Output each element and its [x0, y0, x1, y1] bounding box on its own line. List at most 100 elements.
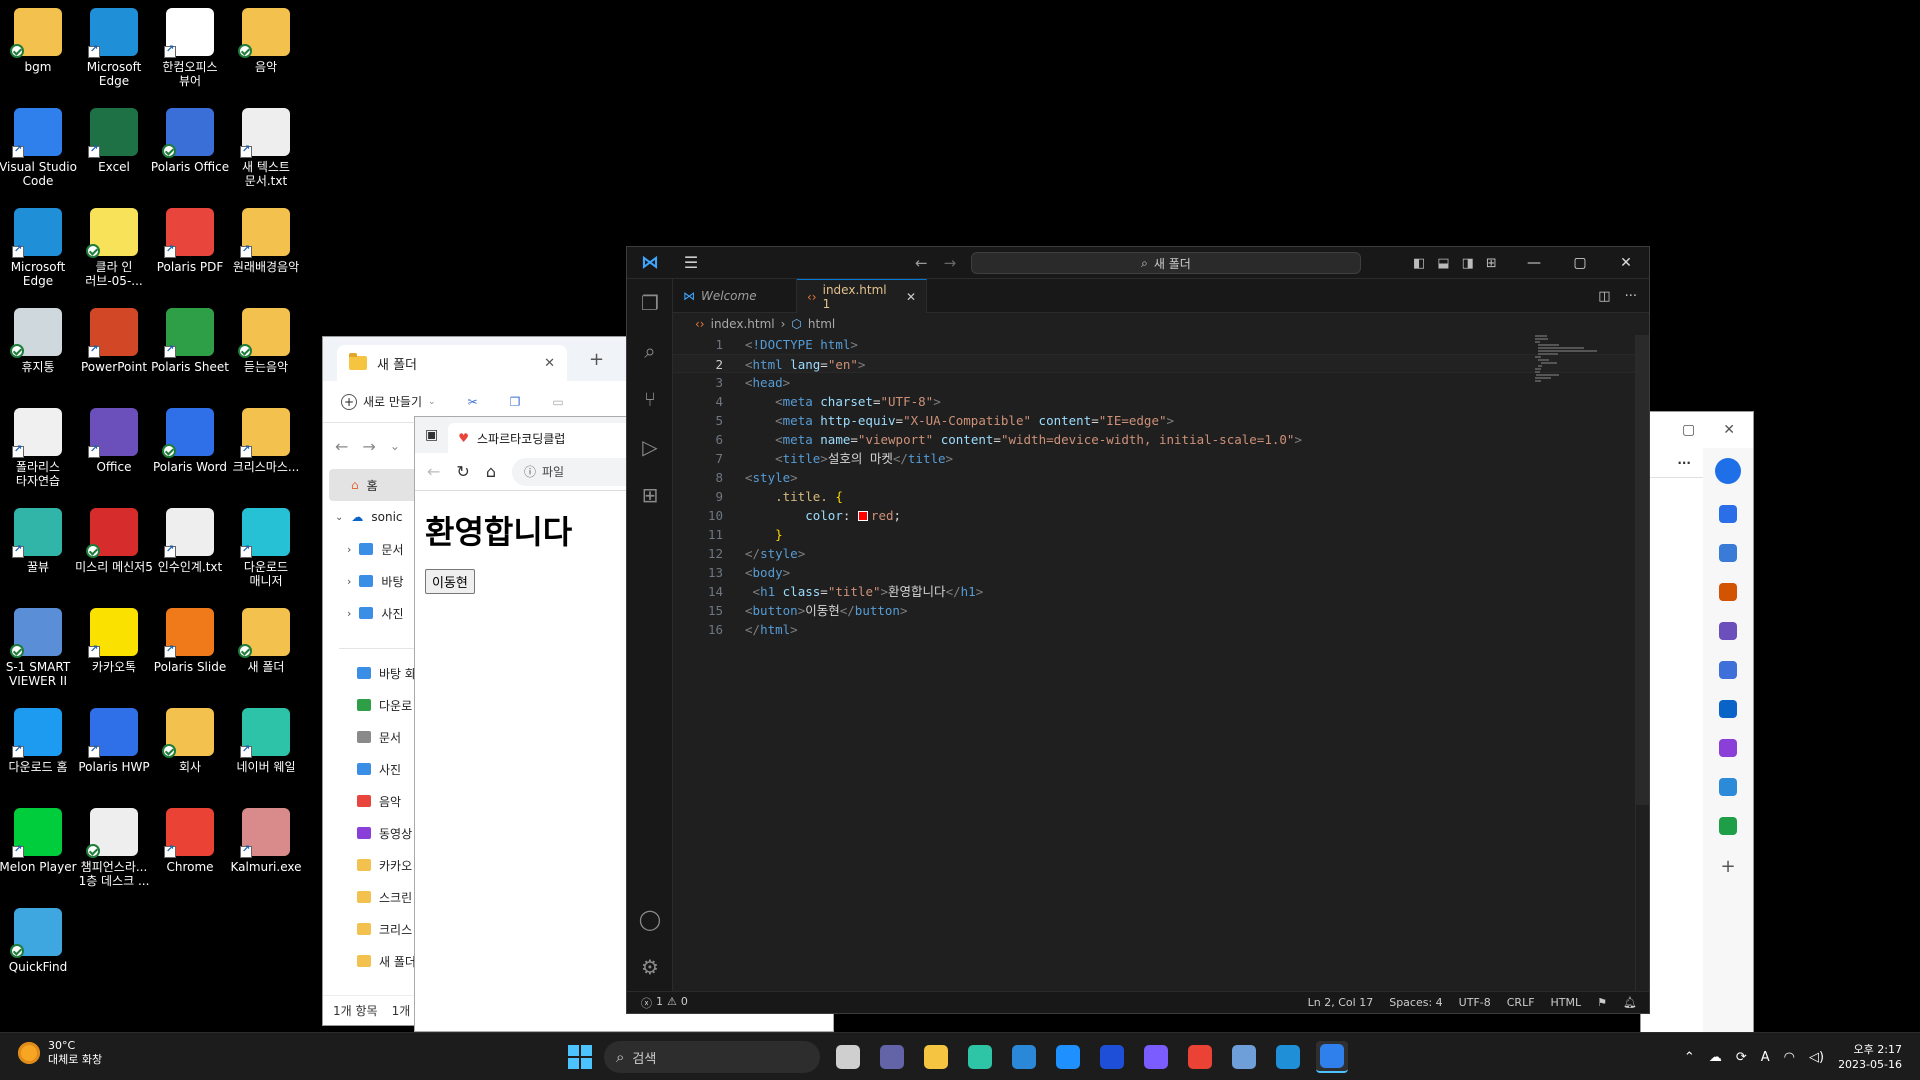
sync-icon[interactable]: ⟳ — [1736, 1050, 1747, 1065]
desktop-icon[interactable]: 꿀뷰 — [0, 500, 76, 596]
code-line[interactable]: 1 <!DOCTYPE html> — [673, 335, 1649, 354]
code-line[interactable]: 8 <style> — [673, 468, 1649, 487]
chevron-down-icon[interactable]: ⌄ — [390, 439, 400, 453]
games-icon[interactable] — [1719, 622, 1737, 640]
ime-icon[interactable]: A — [1761, 1050, 1770, 1065]
app-green-taskbar-icon[interactable] — [964, 1041, 996, 1073]
desktop-icon[interactable]: 회사 — [152, 700, 228, 796]
back-icon[interactable]: ← — [427, 462, 440, 481]
code-line[interactable]: 7 <title>설호의 마켓</title> — [673, 449, 1649, 468]
tab-welcome[interactable]: ⋈ Welcome — [673, 279, 797, 313]
scrollbar-thumb[interactable] — [1636, 335, 1649, 805]
feedback-icon[interactable]: ⚑ — [1597, 996, 1607, 1009]
desktop-icon[interactable]: Polaris Slide — [152, 600, 228, 696]
desktop-icon[interactable]: Polaris PDF — [152, 200, 228, 296]
desktop-icon[interactable]: Polaris Word — [152, 400, 228, 496]
desktop-icon[interactable]: Microsoft Edge — [0, 200, 76, 296]
copilot-taskbar-icon[interactable] — [1140, 1041, 1172, 1073]
start-icon[interactable] — [568, 1045, 592, 1069]
menu-icon[interactable]: ☰ — [673, 253, 709, 272]
desktop-icon[interactable]: Office — [76, 400, 152, 496]
desktop-icon[interactable]: 인수인계.txt — [152, 500, 228, 596]
desktop-icon[interactable]: Melon Player — [0, 800, 77, 896]
vscode-taskbar-icon[interactable] — [1316, 1041, 1348, 1073]
code-line[interactable]: 6 <meta name="viewport" content="width=d… — [673, 430, 1649, 449]
code-editor[interactable]: 1 <!DOCTYPE html> 2 <html lang="en"> 3 <head>… — [673, 335, 1649, 991]
task-view-taskbar-icon[interactable] — [832, 1041, 864, 1073]
desktop-icon[interactable]: 음악 — [228, 0, 304, 96]
desktop-icon[interactable]: 새 폴더 — [228, 600, 304, 696]
store-taskbar-icon[interactable] — [1008, 1041, 1040, 1073]
onedrive-icon[interactable]: ☁ — [1709, 1050, 1722, 1065]
home-icon[interactable]: ⌂ — [486, 462, 496, 481]
desktop-icon[interactable]: S-1 SMART VIEWER II — [0, 600, 76, 696]
maximize-icon[interactable]: ▢ — [1682, 422, 1695, 438]
code-line[interactable]: 15 <button>이동현</button> — [673, 601, 1649, 620]
desktop-icon[interactable]: PowerPoint — [76, 300, 152, 396]
command-center[interactable]: ⌕ 새 폴더 — [971, 252, 1361, 274]
minimize-icon[interactable]: — — [1511, 247, 1557, 279]
desktop-icon[interactable]: 한컴오피스 뷰어 — [152, 0, 228, 96]
tab-actions-icon[interactable]: ▣ — [425, 427, 438, 443]
toggle-panel-icon[interactable]: ⬓ — [1437, 256, 1449, 271]
code-line[interactable]: 3 <head> — [673, 373, 1649, 392]
desktop-icon[interactable]: Polaris Sheet — [151, 300, 229, 396]
line-ending[interactable]: CRLF — [1507, 996, 1535, 1009]
chevron-up-icon[interactable]: ⌃ — [1684, 1050, 1695, 1065]
source-control-icon[interactable]: ⑂ — [627, 375, 673, 423]
app-blue-taskbar-icon[interactable] — [1096, 1041, 1128, 1073]
chrome-taskbar-icon[interactable] — [1184, 1041, 1216, 1073]
search-icon[interactable]: ⌕ — [627, 327, 673, 375]
account-icon[interactable]: ◯ — [627, 895, 673, 943]
teams-taskbar-icon[interactable] — [876, 1041, 908, 1073]
volume-icon[interactable]: ◁) — [1809, 1050, 1824, 1065]
desktop-icon[interactable]: 휴지통 — [0, 300, 76, 396]
desktop-icon[interactable]: Visual Studio Code — [0, 100, 77, 196]
more-icon[interactable]: ··· — [1641, 448, 1703, 478]
explorer-tab[interactable]: 새 폴더 ✕ — [337, 345, 567, 381]
run-debug-icon[interactable]: ▷ — [627, 423, 673, 471]
desktop-icon[interactable]: bgm — [0, 0, 76, 96]
mail-taskbar-icon[interactable] — [1052, 1041, 1084, 1073]
scrollbar[interactable] — [1635, 335, 1649, 991]
code-line[interactable]: 12 </style> — [673, 544, 1649, 563]
toggle-sidebar-icon[interactable]: ◧ — [1413, 256, 1425, 271]
edge-taskbar-icon[interactable] — [1272, 1041, 1304, 1073]
tools-icon[interactable] — [1719, 583, 1737, 601]
close-icon[interactable]: ✕ — [1723, 422, 1735, 438]
code-line[interactable]: 5 <meta http-equiv="X-UA-Compatible" con… — [673, 411, 1649, 430]
desktop-icon[interactable]: 다운로드 홈 — [0, 700, 76, 796]
clock[interactable]: 오후 2:17 2023-05-16 — [1838, 1042, 1902, 1072]
desktop-icon[interactable]: 챔피언스라... 1층 데스크 ... — [76, 800, 152, 896]
breadcrumb-item[interactable]: index.html — [711, 317, 775, 331]
code-line[interactable]: 9 .title. { — [673, 487, 1649, 506]
code-line[interactable]: 13 <body> — [673, 563, 1649, 582]
close-icon[interactable]: ✕ — [544, 356, 555, 371]
explorer-icon[interactable]: ❐ — [627, 279, 673, 327]
tab-index-html[interactable]: ‹› index.html 1 ✕ — [797, 279, 927, 313]
cut-icon[interactable]: ✂ — [468, 395, 478, 409]
close-icon[interactable]: ✕ — [1603, 247, 1649, 279]
desktop-icon[interactable]: 원래배경음악 — [228, 200, 304, 296]
code-line[interactable]: 2 <html lang="en"> — [673, 354, 1649, 373]
more-actions-icon[interactable]: ··· — [1625, 289, 1637, 304]
bell-icon[interactable]: 🔔︎ — [1623, 996, 1637, 1009]
indentation[interactable]: Spaces: 4 — [1389, 996, 1442, 1009]
extensions-icon[interactable]: ⊞ — [627, 471, 673, 519]
paste-icon[interactable]: ▭ — [552, 395, 563, 409]
color-swatch-icon[interactable] — [857, 511, 868, 521]
minimap[interactable] — [1535, 335, 1635, 395]
desktop-icon[interactable]: 카카오톡 — [76, 600, 152, 696]
back-icon[interactable]: ← — [915, 254, 928, 272]
office-icon[interactable] — [1719, 661, 1737, 679]
bing-icon[interactable] — [1715, 458, 1741, 484]
wifi-icon[interactable]: ◠ — [1784, 1050, 1795, 1065]
desktop-icon[interactable]: 크리스마스... — [228, 400, 304, 496]
desktop-icon[interactable]: 클라 인 러브-05-... — [76, 200, 152, 296]
code-line[interactable]: 16 </html> — [673, 620, 1649, 639]
code-line[interactable]: 14 <h1 class="title">환영합니다</h1> — [673, 582, 1649, 601]
problems-indicator[interactable]: ⓧ 1 ⚠ 0 — [627, 995, 688, 1011]
customize-layout-icon[interactable]: ⊞ — [1486, 256, 1497, 271]
shopping-icon[interactable] — [1719, 544, 1737, 562]
new-button[interactable]: + 새로 만들기 ⌄ — [341, 393, 436, 410]
